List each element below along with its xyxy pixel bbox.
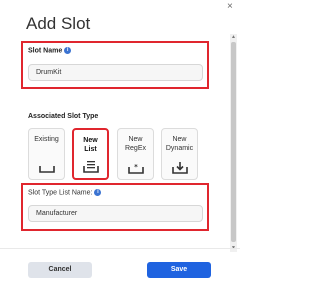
slot-type-new-regex-line2: RegEx: [124, 145, 146, 152]
slot-type-new-list[interactable]: New List: [72, 128, 109, 180]
slot-type-new-dynamic[interactable]: New Dynamic: [161, 128, 198, 180]
regex-tray-icon: *: [127, 163, 144, 174]
scroll-thumb[interactable]: [231, 42, 236, 242]
slot-type-label: Associated Slot Type: [28, 113, 99, 120]
list-tray-icon: [82, 161, 99, 173]
slot-type-new-list-label: New List: [74, 136, 107, 154]
scroll-up-arrow-icon[interactable]: ▲: [230, 34, 237, 41]
slot-type-new-regex[interactable]: New RegEx *: [117, 128, 154, 180]
slot-type-new-regex-label: New RegEx: [118, 135, 153, 153]
info-icon[interactable]: i: [64, 47, 72, 54]
slot-name-label-text: Slot Name: [28, 47, 63, 55]
cancel-button[interactable]: Cancel: [28, 262, 92, 278]
slot-type-new-dynamic-label: New Dynamic: [162, 135, 197, 153]
list-name-label: Slot Type List Name: i: [28, 189, 102, 197]
slot-name-label: Slot Name i: [28, 47, 72, 55]
download-tray-icon: [171, 162, 188, 174]
slot-type-new-dynamic-line1: New: [172, 136, 187, 143]
list-name-input[interactable]: Manufacturer: [28, 205, 203, 222]
tray-icon: [38, 166, 55, 173]
slot-type-new-list-line1: New: [83, 137, 98, 144]
svg-text:*: *: [134, 163, 138, 171]
vertical-scrollbar[interactable]: ▲ ▼: [230, 34, 237, 252]
slot-type-existing-line1: Existing: [34, 136, 59, 143]
info-icon[interactable]: i: [94, 189, 102, 196]
close-icon[interactable]: ×: [227, 2, 233, 12]
slot-type-new-dynamic-line2: Dynamic: [165, 145, 194, 152]
slot-name-input[interactable]: DrumKit: [28, 64, 203, 81]
dialog-title: Add Slot: [26, 14, 91, 33]
slot-type-existing-label: Existing: [29, 135, 64, 144]
list-name-label-text: Slot Type List Name:: [28, 189, 93, 197]
footer-divider: [0, 248, 240, 249]
save-button[interactable]: Save: [147, 262, 211, 278]
slot-type-new-regex-line1: New: [128, 136, 143, 143]
add-slot-dialog: × Add Slot ▲ ▼ Slot Namei DrumKit Associ…: [0, 0, 240, 300]
slot-type-new-list-line2: List: [84, 146, 97, 153]
slot-type-existing[interactable]: Existing: [28, 128, 65, 180]
